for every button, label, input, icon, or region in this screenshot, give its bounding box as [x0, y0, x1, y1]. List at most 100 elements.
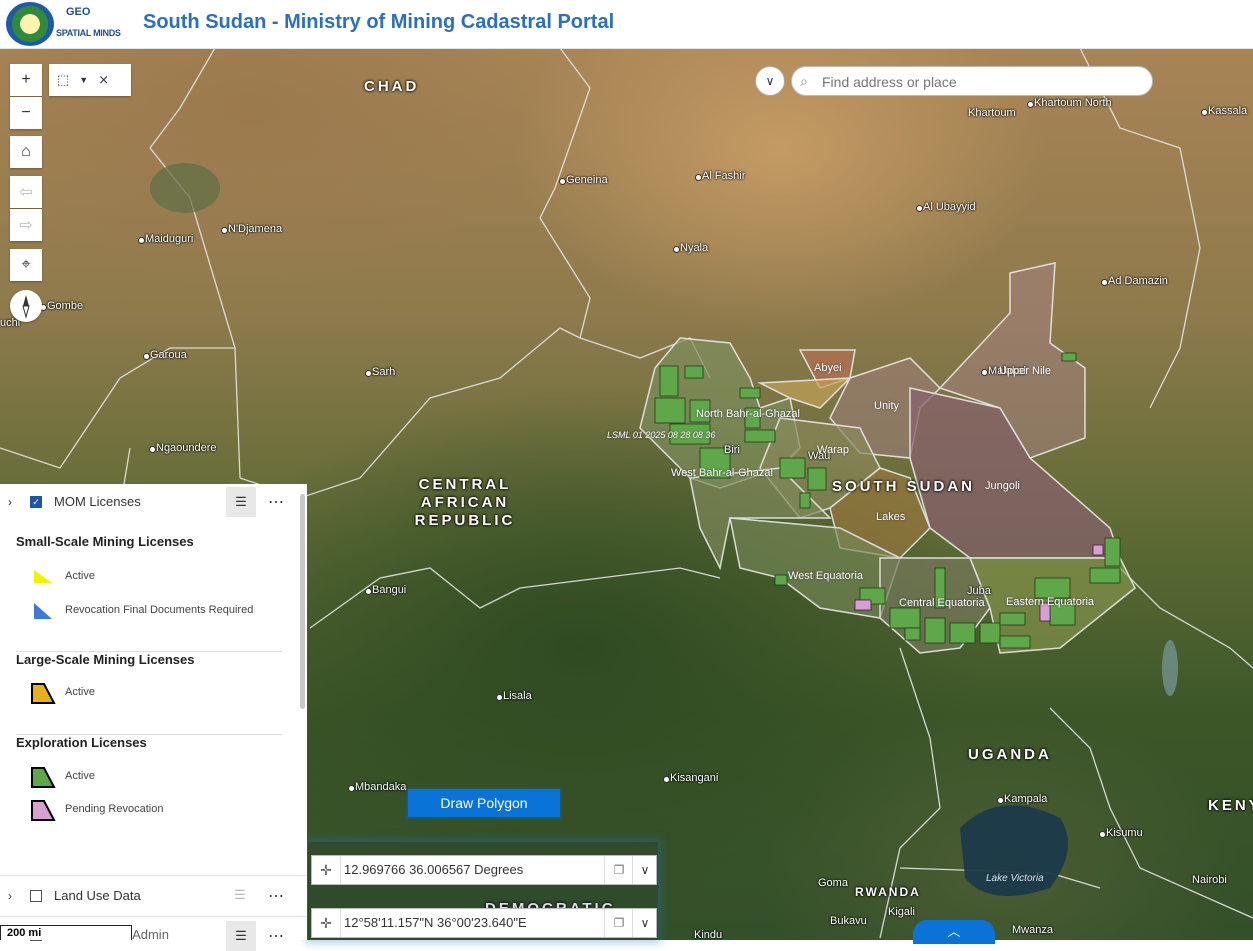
state-label: West Bahr-al-Ghazal — [671, 467, 773, 479]
arrow-right-icon: ⇨ — [19, 217, 33, 234]
list-icon[interactable]: ☰ — [234, 887, 247, 903]
city-label: Mbandaka — [347, 781, 407, 793]
state-label: Warap — [817, 444, 849, 456]
coordinate-dms-box: ✛ 12°58'11.157"N 36°00'23.640"E ❐ ∨ — [311, 908, 657, 938]
chevron-right-icon[interactable]: › — [8, 889, 12, 903]
city-label: Ad Damazin — [1101, 275, 1168, 287]
draw-polygon-button[interactable]: Draw Polygon — [406, 787, 562, 819]
state-label: West Equatoria — [788, 570, 864, 582]
page-title: South Sudan - Ministry of Mining Cadastr… — [143, 11, 615, 33]
coordinate-decimal-value: 12.969766 36.006567 Degrees — [344, 862, 524, 877]
city-label: Al Ubayyid — [916, 201, 976, 213]
copy-icon[interactable]: ❐ — [604, 909, 633, 937]
layer-row-land-use[interactable]: › Land Use Data — [8, 888, 141, 903]
state-label: Abyei — [814, 362, 842, 374]
chevron-right-icon[interactable]: › — [8, 495, 12, 509]
copy-icon[interactable]: ❐ — [604, 856, 633, 884]
country-label-south-sudan: SOUTH SUDAN — [832, 478, 976, 495]
state-label: North Bahr-al-Ghazal — [696, 408, 800, 420]
crosshair-icon[interactable]: ✛ — [312, 909, 341, 937]
city-label: Garoua — [143, 349, 187, 361]
search-icon: ⌕ — [800, 73, 808, 89]
home-button[interactable]: ⌂ — [10, 136, 42, 168]
city-label: Bukavu — [830, 915, 867, 927]
legend-swatch-small-revocation — [34, 603, 52, 619]
city-label: Nyala — [672, 242, 709, 254]
legend-toggle-button[interactable]: ☰ — [226, 921, 256, 951]
chevron-down-icon[interactable]: ▼ — [79, 75, 88, 85]
country-label-uganda: UGANDA — [968, 746, 1052, 763]
zoom-in-button[interactable]: + — [10, 64, 42, 96]
city-label: Khartoum — [968, 107, 1016, 119]
next-extent-button[interactable]: ⇨ — [10, 209, 42, 241]
city-label: Geneina — [559, 174, 608, 186]
compass-button[interactable] — [10, 290, 42, 322]
app-header: GEO SPATIAL MINDS South Sudan - Ministry… — [0, 0, 1253, 49]
city-label: Juba — [967, 585, 991, 597]
expand-panel-button[interactable]: ︿ — [913, 920, 995, 944]
state-label: Eastern Equatoria — [1006, 596, 1095, 608]
coordinate-decimal-box: ✛ 12.969766 36.006567 Degrees ❐ ∨ — [311, 855, 657, 885]
city-label: Khartoum North — [1027, 97, 1112, 109]
search-input[interactable] — [820, 71, 1144, 93]
state-label: Upper Nile — [999, 365, 1051, 377]
lake-label: Lake Victoria — [986, 873, 1044, 884]
legend-group-title: Exploration Licenses — [16, 735, 147, 750]
country-label-kenya: KENY — [1208, 797, 1253, 814]
city-label: Kampala — [996, 793, 1048, 805]
legend-item-label: Pending Revocation — [65, 803, 164, 815]
city-label: Gombe — [39, 300, 84, 312]
city-label: Sarh — [364, 366, 396, 378]
city-label: Kisangani — [662, 772, 719, 784]
legend-swatch-pending-revocation — [31, 800, 56, 821]
layer-options-button[interactable]: ⋯ — [268, 886, 285, 906]
legend-scrollbar[interactable] — [300, 494, 305, 709]
city-label: Nairobi — [1192, 874, 1227, 886]
chevron-down-icon: ∨ — [765, 74, 775, 88]
legend-group-title: Large-Scale Mining Licenses — [16, 652, 195, 667]
list-icon: ☰ — [235, 494, 247, 509]
clear-selection-icon[interactable]: ⨯ — [98, 72, 109, 88]
city-label: Kindu — [694, 929, 723, 940]
legend-swatch-large-active — [31, 683, 56, 704]
locate-button[interactable]: ⌖ — [10, 249, 42, 281]
legend-item-label: Revocation Final Documents Required — [65, 604, 254, 616]
select-tool-icon[interactable]: ⬚ — [57, 72, 69, 88]
state-label: Unity — [874, 400, 900, 412]
legend-toggle-button[interactable]: ☰ — [226, 487, 256, 517]
legend-swatch-exploration-active — [31, 767, 56, 788]
chevron-up-icon: ︿ — [947, 924, 961, 939]
state-label: Lakes — [876, 511, 906, 523]
legend-item-label: Active — [65, 686, 95, 698]
list-icon: ☰ — [235, 928, 247, 943]
search-box: ⌕ — [791, 66, 1153, 96]
legend-divider — [0, 916, 307, 917]
layer-checkbox-mom[interactable]: ✓ — [30, 495, 42, 508]
country-label-rwanda: RWANDA — [855, 885, 921, 899]
layer-list-panel: › ✓ MOM Licenses ☰ ⋯ Small-Scale Mining … — [0, 484, 307, 951]
legend-item-label: Active — [65, 770, 95, 782]
selection-toolbar: ⬚ ▼ ⨯ — [49, 64, 131, 96]
layer-row-mom-licenses[interactable]: › ✓ MOM Licenses — [8, 494, 141, 509]
chevron-down-icon[interactable]: ∨ — [632, 856, 657, 884]
search-sources-toggle[interactable]: ∨ — [755, 66, 785, 96]
arrow-left-icon: ⇦ — [19, 184, 33, 201]
state-label: Central Equatoria — [899, 597, 985, 609]
previous-extent-button[interactable]: ⇦ — [10, 176, 42, 208]
geo-spatial-minds-logo: GEO SPATIAL MINDS — [56, 6, 121, 38]
zoom-out-button[interactable]: − — [10, 97, 42, 129]
compass-icon — [22, 295, 30, 319]
city-label: Bangui — [364, 584, 407, 596]
layer-options-button[interactable]: ⋯ — [268, 492, 285, 512]
city-label: Kisumu — [1099, 827, 1143, 839]
layer-checkbox-land-use[interactable] — [30, 889, 42, 902]
city-label: Ngaoundere — [149, 442, 217, 454]
crosshair-icon[interactable]: ✛ — [312, 856, 341, 884]
city-label: Mwanza — [1012, 924, 1053, 936]
city-label: Lisala — [496, 690, 532, 702]
license-tag-label: LSML 01 2025 08 28 08 36 — [607, 430, 716, 440]
city-label: Al Fashir — [694, 170, 746, 182]
legend-divider — [0, 875, 307, 876]
chevron-down-icon[interactable]: ∨ — [632, 909, 657, 937]
layer-options-button[interactable]: ⋯ — [268, 926, 285, 946]
